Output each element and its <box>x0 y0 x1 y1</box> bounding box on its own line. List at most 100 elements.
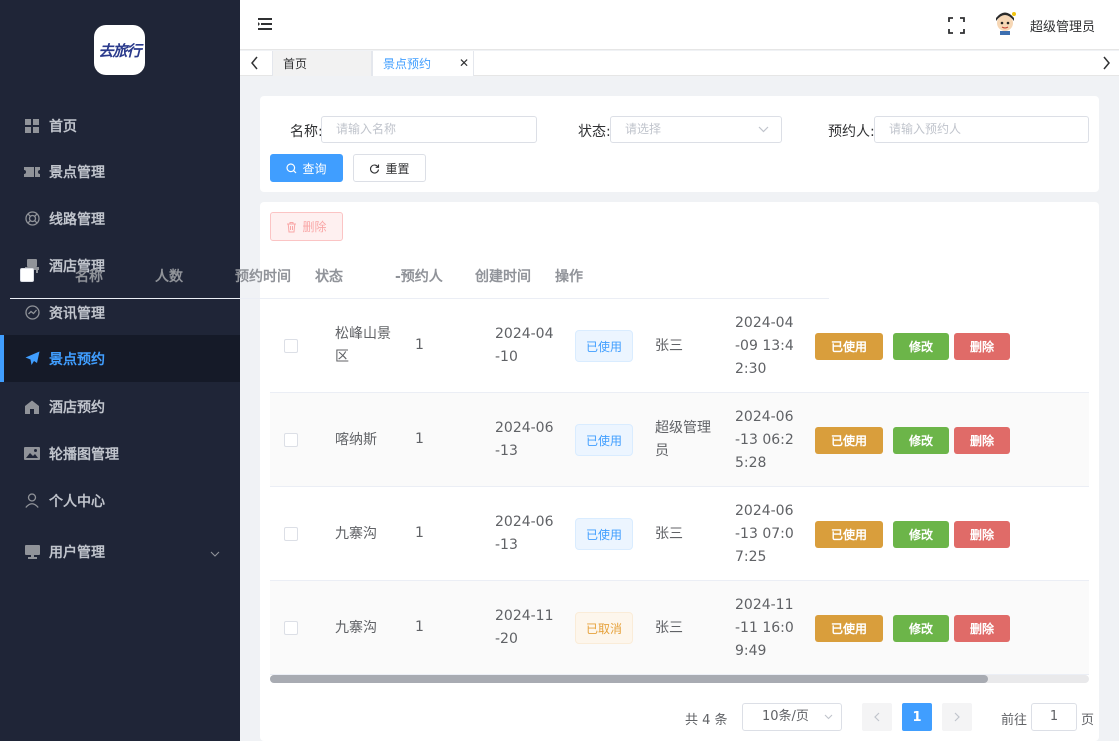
next-page-button[interactable] <box>942 703 972 731</box>
batch-delete-button[interactable]: 删除 <box>270 212 343 241</box>
sidebar-item-scenic-mgmt[interactable]: 景点管理 <box>0 148 240 195</box>
chevron-down-icon <box>210 545 220 561</box>
mark-used-button[interactable]: 已使用 <box>815 427 883 454</box>
avatar[interactable] <box>992 9 1018 35</box>
booker-label: 预约人: <box>828 124 875 140</box>
mark-used-button[interactable]: 已使用 <box>815 615 883 642</box>
top-header: 超级管理员 <box>240 0 1119 50</box>
sidebar-item-home[interactable]: 首页 <box>0 102 240 149</box>
delete-button[interactable]: 删除 <box>954 427 1010 454</box>
row-checkbox[interactable] <box>284 339 298 353</box>
sidebar-item-label: 轮播图管理 <box>49 446 119 463</box>
pagination-total: 共 4 条 <box>685 713 728 728</box>
logo-text: 去旅行 <box>98 41 141 60</box>
cell-count: 1 <box>415 431 424 447</box>
row-checkbox[interactable] <box>284 621 298 635</box>
cell-booking-time-line: -13 <box>495 537 518 553</box>
prev-page-button[interactable] <box>862 703 892 731</box>
tag-scenic-booking[interactable]: 景点预约 ✕ <box>372 51 474 76</box>
cell-booking-time-line: 2024-06 <box>495 514 554 530</box>
sidebar-item-personal-center[interactable]: 个人中心 <box>0 477 240 524</box>
goto-page-input[interactable]: 1 <box>1031 703 1077 731</box>
cell-created-time-line: 7:25 <box>735 549 767 565</box>
status-select[interactable]: 请选择 <box>610 116 782 143</box>
cell-booking-time-line: -20 <box>495 631 518 647</box>
status-badge: 已使用 <box>575 518 633 550</box>
mark-used-button[interactable]: 已使用 <box>815 333 883 360</box>
scroll-left-icon[interactable] <box>250 56 260 70</box>
close-tag-icon[interactable]: ✕ <box>459 56 469 70</box>
sidebar-item-hotel-booking[interactable]: 酒店预约 <box>0 383 240 430</box>
cell-name: 九寨沟 <box>335 617 377 640</box>
home-icon <box>24 399 40 415</box>
app-logo[interactable]: 去旅行 <box>94 25 145 75</box>
col-created-time[interactable]: 创建时间 <box>475 266 531 286</box>
sidebar-item-route-mgmt[interactable]: 线路管理 <box>0 195 240 242</box>
edit-button[interactable]: 修改 <box>893 521 949 548</box>
cell-booking-time: 2024-04 -10 <box>495 323 554 369</box>
delete-button[interactable]: 删除 <box>954 615 1010 642</box>
col-status[interactable]: 状态 <box>315 266 343 286</box>
select-all-checkbox[interactable] <box>20 268 34 282</box>
page-number-current[interactable]: 1 <box>902 703 932 731</box>
sidebar-item-label: 用户管理 <box>49 544 105 561</box>
search-icon <box>286 162 297 174</box>
fullscreen-icon[interactable] <box>948 17 965 34</box>
trash-icon <box>286 221 297 233</box>
col-name[interactable]: 名称 <box>75 266 103 286</box>
scrollbar-thumb[interactable] <box>270 675 988 683</box>
cell-booker-line: 张三 <box>655 620 683 636</box>
booker-input[interactable]: 请输入预约人 <box>874 116 1089 143</box>
mark-used-button[interactable]: 已使用 <box>815 521 883 548</box>
cell-booker: 张三 <box>655 335 683 358</box>
tag-current-label: 景点预约 <box>383 57 432 71</box>
paper-plane-icon <box>24 351 40 367</box>
status-badge: 已取消 <box>575 612 633 644</box>
scroll-right-icon[interactable] <box>1101 56 1111 70</box>
reset-button-label: 重置 <box>385 161 410 176</box>
cell-count: 1 <box>415 337 424 353</box>
sidebar-item-scenic-booking[interactable]: 景点预约 <box>0 335 240 382</box>
delete-button[interactable]: 删除 <box>954 333 1010 360</box>
sidebar-item-user-mgmt[interactable]: 用户管理 <box>0 528 240 575</box>
status-select-placeholder: 请选择 <box>625 122 662 136</box>
page-size-select[interactable]: 10条/页 <box>742 703 842 731</box>
sidebar-item-banner-mgmt[interactable]: 轮播图管理 <box>0 430 240 477</box>
edit-button[interactable]: 修改 <box>893 615 949 642</box>
row-checkbox[interactable] <box>284 527 298 541</box>
col-booking-time[interactable]: 预约时间 <box>235 266 291 286</box>
cell-created-time-line: 2024-06 <box>735 409 794 425</box>
cell-name: 松峰山景区 <box>335 323 391 369</box>
cell-created-time-line: -11 16:0 <box>735 620 794 636</box>
cell-created-time: 2024-06 -13 07:0 7:25 <box>735 500 794 569</box>
horizontal-scrollbar[interactable] <box>270 675 1089 683</box>
query-button[interactable]: 查询 <box>270 154 343 182</box>
refresh-icon <box>369 163 380 174</box>
edit-button[interactable]: 修改 <box>893 333 949 360</box>
row-checkbox[interactable] <box>284 433 298 447</box>
cell-name-line: 喀纳斯 <box>335 432 377 448</box>
delete-button[interactable]: 删除 <box>954 521 1010 548</box>
edit-button[interactable]: 修改 <box>893 427 949 454</box>
chevron-right-icon <box>954 712 960 722</box>
ticket-icon <box>24 164 40 180</box>
cell-created-time: 2024-04 -09 13:4 2:30 <box>735 312 794 381</box>
cell-booker-line: 员 <box>655 443 669 459</box>
cell-created-time-line: 2024-06 <box>735 503 794 519</box>
cell-booking-time: 2024-06 -13 <box>495 511 554 557</box>
user-icon <box>24 493 40 509</box>
tag-home[interactable]: 首页 <box>272 51 372 76</box>
reset-button[interactable]: 重置 <box>353 154 426 182</box>
name-input[interactable]: 请输入名称 <box>321 116 537 143</box>
lifebuoy-icon <box>24 211 40 227</box>
col-count[interactable]: 人数 <box>155 266 183 286</box>
cell-booker-line: 张三 <box>655 338 683 354</box>
col-booker[interactable]: -预约人 <box>395 266 443 286</box>
sidebar-item-label: 线路管理 <box>49 211 105 228</box>
page-size-value: 10条/页 <box>762 709 809 724</box>
menu-toggle-icon[interactable] <box>258 17 272 31</box>
cell-booker: 张三 <box>655 617 683 640</box>
sidebar-item-label: 首页 <box>49 118 77 135</box>
username[interactable]: 超级管理员 <box>1030 16 1095 35</box>
name-label: 名称: <box>290 124 323 140</box>
